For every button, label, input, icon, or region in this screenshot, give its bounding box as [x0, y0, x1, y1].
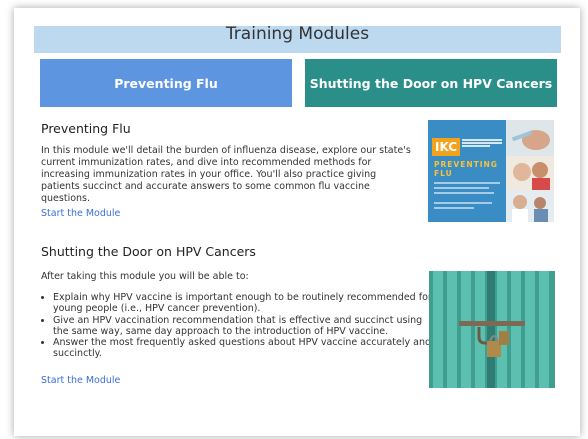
locked-door-image: [429, 271, 555, 388]
page-title-bar: Training Modules: [34, 26, 561, 53]
flu-description: In this module we'll detail the burden o…: [41, 145, 411, 204]
page-title: Training Modules: [225, 26, 370, 44]
hpv-objectives-list: Explain why HPV vaccine is important eno…: [41, 292, 438, 360]
tab-preventing-flu[interactable]: Preventing Flu: [40, 59, 292, 107]
list-item: Give an HPV vaccination recommendation t…: [53, 315, 438, 338]
preventing-flu-thumbnail: IKC PREVENTING FLU: [428, 120, 554, 222]
list-item: Answer the most frequently asked questio…: [53, 337, 438, 360]
hpv-start-module-link[interactable]: Start the Module: [41, 375, 120, 386]
ikc-logo: IKC: [432, 138, 460, 156]
hpv-section-title: Shutting the Door on HPV Cancers: [41, 244, 256, 259]
list-item: Explain why HPV vaccine is important eno…: [53, 292, 438, 315]
hpv-locked-door-thumbnail: [429, 271, 555, 388]
flu-photo-child: [506, 156, 554, 190]
hpv-intro: After taking this module you will be abl…: [41, 271, 249, 282]
training-modules-panel: Training Modules Preventing Flu Shutting…: [14, 8, 580, 436]
tab-hpv-cancers[interactable]: Shutting the Door on HPV Cancers: [305, 59, 557, 107]
tab-hpv-cancers-label: Shutting the Door on HPV Cancers: [309, 75, 553, 91]
thumbnail-fine-print: [434, 192, 494, 194]
preventing-flu-wordmark: PREVENTING FLU: [434, 160, 498, 178]
flu-photo-doctor: [506, 190, 554, 222]
thumbnail-fine-print: [434, 207, 474, 209]
flu-section-title: Preventing Flu: [41, 121, 131, 136]
thumbnail-fine-print: [434, 182, 500, 184]
tab-preventing-flu-label: Preventing Flu: [114, 75, 218, 91]
flu-start-module-link[interactable]: Start the Module: [41, 208, 120, 219]
thumbnail-fine-print: [434, 187, 489, 189]
thumbnail-fine-print: [434, 202, 492, 204]
flu-photo-injection: [506, 120, 554, 156]
ikc-logo-subtext: [462, 138, 502, 148]
